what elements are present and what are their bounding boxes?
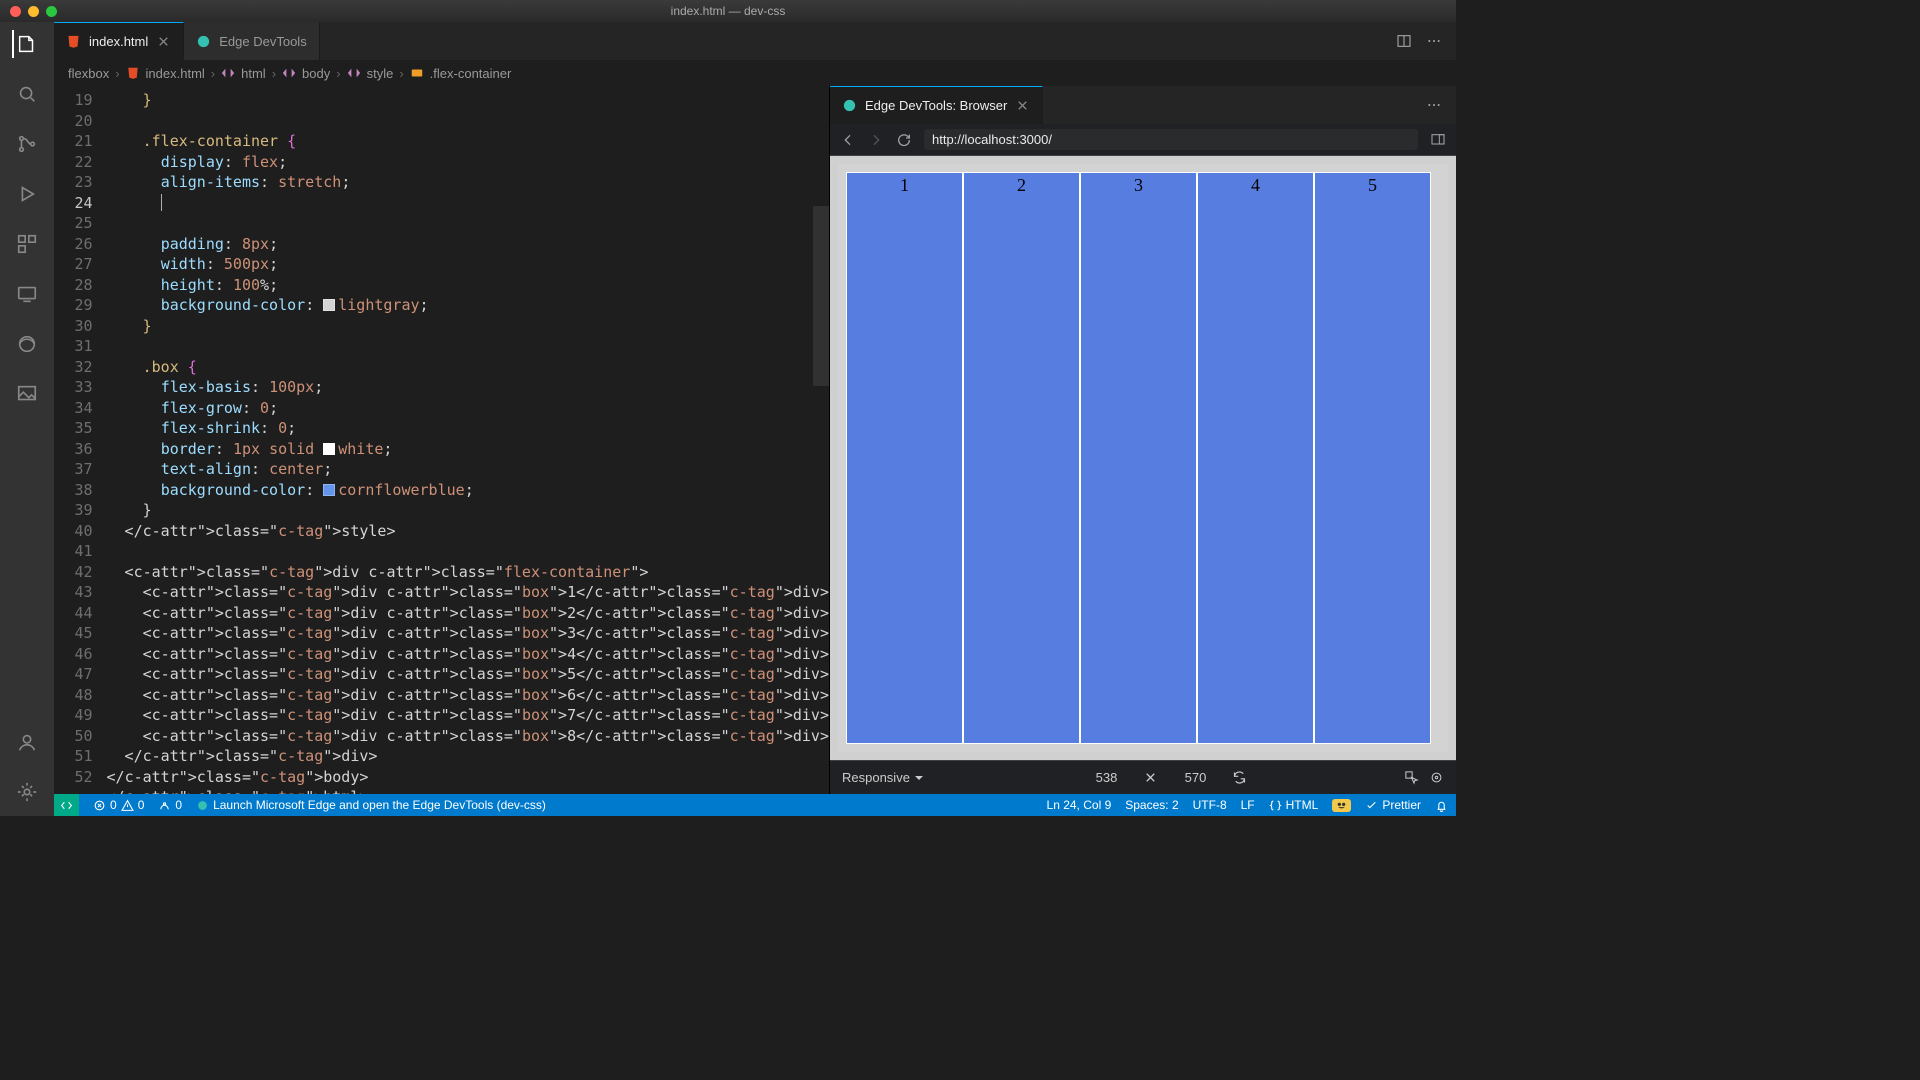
ports-indicator[interactable]: 0 — [158, 798, 182, 812]
breadcrumb-node[interactable]: body — [302, 66, 330, 81]
viewport-width-input[interactable] — [1079, 770, 1133, 785]
braces-icon — [1269, 799, 1282, 812]
code-editor[interactable]: 1920212223242526272829303132333435363738… — [54, 86, 829, 794]
activity-bar — [0, 22, 54, 816]
breadcrumb-node[interactable]: style — [367, 66, 394, 81]
window-maximize-icon[interactable] — [46, 6, 57, 17]
more-icon[interactable] — [1426, 97, 1442, 113]
html5-icon — [66, 34, 81, 49]
formatter[interactable]: Prettier — [1365, 798, 1421, 812]
antenna-icon — [158, 799, 171, 812]
tab-devtools-browser[interactable]: Edge DevTools: Browser — [830, 86, 1043, 124]
status-bar: 0 0 0 Launch Microsoft Edge and open the… — [54, 794, 1456, 816]
close-icon[interactable] — [156, 34, 171, 49]
target-icon[interactable] — [1429, 770, 1444, 785]
breadcrumb-root[interactable]: flexbox — [68, 66, 109, 81]
close-icon[interactable] — [1015, 98, 1030, 113]
editor-actions — [1382, 22, 1456, 60]
copilot-icon — [1335, 799, 1348, 812]
reload-icon[interactable] — [896, 132, 912, 148]
symbol-class-icon — [410, 66, 424, 80]
devtools-toolbar: http://localhost:3000/ — [830, 124, 1456, 156]
preview-box: 2 — [963, 172, 1080, 744]
edge-icon — [196, 34, 211, 49]
responsive-dropdown[interactable]: Responsive — [842, 770, 923, 785]
symbol-tag-icon — [282, 66, 296, 80]
preview-box: 1 — [846, 172, 963, 744]
titlebar: index.html — dev-css — [0, 0, 1456, 22]
device-toolbar: Responsive — [830, 760, 1456, 794]
split-editor-icon[interactable] — [1396, 33, 1412, 49]
indentation[interactable]: Spaces: 2 — [1125, 798, 1178, 812]
back-icon[interactable] — [840, 132, 856, 148]
breadcrumb[interactable]: flexbox› index.html› html› body› style› … — [54, 60, 1456, 86]
times-icon — [1143, 770, 1158, 785]
window-close-icon[interactable] — [10, 6, 21, 17]
minimap-scrollbar[interactable] — [813, 206, 829, 386]
symbol-tag-icon — [347, 66, 361, 80]
breadcrumb-node[interactable]: html — [241, 66, 266, 81]
preview-box: 3 — [1080, 172, 1197, 744]
remote-indicator[interactable] — [54, 794, 79, 816]
window-title: index.html — dev-css — [671, 4, 786, 18]
tab-label: Edge DevTools — [219, 34, 306, 49]
settings-gear-icon[interactable] — [13, 778, 41, 806]
image-icon[interactable] — [13, 380, 41, 408]
browser-preview[interactable]: 12345 — [830, 156, 1456, 760]
url-bar[interactable]: http://localhost:3000/ — [924, 129, 1418, 150]
tab-index-html[interactable]: index.html — [54, 22, 184, 60]
error-icon — [93, 799, 106, 812]
copilot-indicator[interactable] — [1332, 799, 1351, 812]
check-icon — [1365, 799, 1378, 812]
edge-small-icon — [196, 799, 209, 812]
rotate-icon[interactable] — [1232, 770, 1247, 785]
traffic-lights — [10, 6, 57, 17]
warning-icon — [121, 799, 134, 812]
preview-box: 5 — [1314, 172, 1431, 744]
inspect-icon[interactable] — [1404, 770, 1419, 785]
html5-icon — [126, 66, 140, 80]
cursor-position[interactable]: Ln 24, Col 9 — [1047, 798, 1112, 812]
forward-icon[interactable] — [868, 132, 884, 148]
tab-label: Edge DevTools: Browser — [865, 98, 1007, 113]
breadcrumb-file[interactable]: index.html — [146, 66, 205, 81]
notifications-icon[interactable] — [1435, 799, 1448, 812]
code-content[interactable]: } .flex-container { display: flex; align… — [107, 86, 830, 794]
symbol-tag-icon — [221, 66, 235, 80]
extensions-icon[interactable] — [13, 230, 41, 258]
flex-container-preview: 12345 — [838, 164, 1448, 752]
source-control-icon[interactable] — [13, 130, 41, 158]
problems-indicator[interactable]: 0 0 — [93, 798, 144, 812]
tab-label: index.html — [89, 34, 148, 49]
launch-hint[interactable]: Launch Microsoft Edge and open the Edge … — [196, 798, 546, 812]
more-icon[interactable] — [1426, 33, 1442, 49]
editor-tab-bar: index.html Edge DevTools — [54, 22, 1456, 60]
edge-tools-icon[interactable] — [13, 330, 41, 358]
dock-icon[interactable] — [1430, 132, 1446, 148]
explorer-icon[interactable] — [12, 30, 40, 58]
tab-edge-devtools[interactable]: Edge DevTools — [184, 22, 319, 60]
encoding[interactable]: UTF-8 — [1193, 798, 1227, 812]
remote-icon[interactable] — [13, 280, 41, 308]
language-mode[interactable]: HTML — [1269, 798, 1319, 812]
run-debug-icon[interactable] — [13, 180, 41, 208]
window-minimize-icon[interactable] — [28, 6, 39, 17]
devtools-tab-bar: Edge DevTools: Browser — [830, 86, 1456, 124]
line-gutter: 1920212223242526272829303132333435363738… — [54, 86, 107, 794]
search-icon[interactable] — [13, 80, 41, 108]
breadcrumb-node[interactable]: .flex-container — [430, 66, 512, 81]
edge-icon — [842, 98, 857, 113]
accounts-icon[interactable] — [13, 728, 41, 756]
viewport-height-input[interactable] — [1168, 770, 1222, 785]
preview-box: 4 — [1197, 172, 1314, 744]
eol[interactable]: LF — [1241, 798, 1255, 812]
